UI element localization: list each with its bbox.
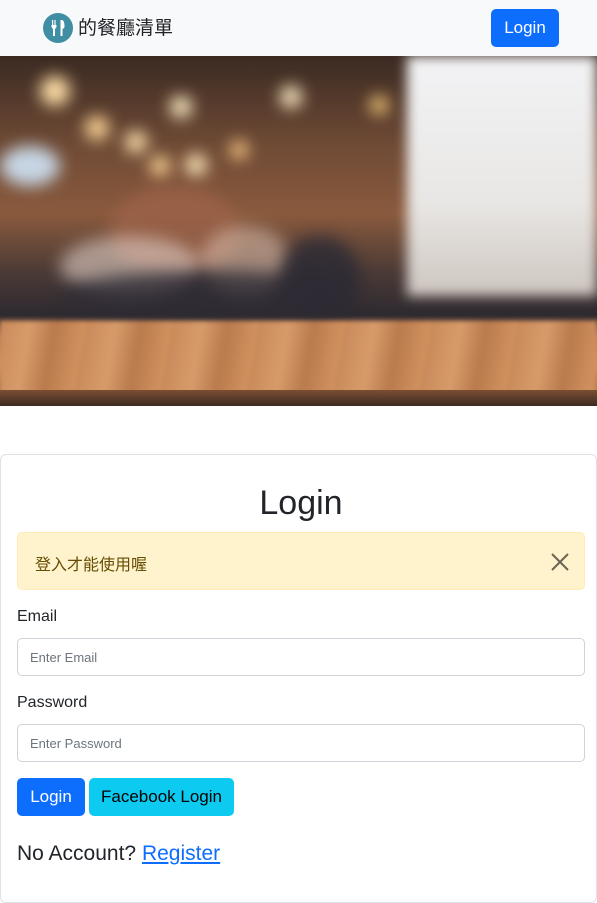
alert-message: 登入才能使用喔 bbox=[35, 555, 148, 574]
email-field[interactable] bbox=[17, 638, 585, 676]
restaurant-hero-image bbox=[0, 56, 597, 406]
no-account-text: No Account? bbox=[17, 842, 137, 865]
login-title: Login bbox=[259, 484, 343, 522]
brand-link[interactable]: 的餐廳清單 bbox=[43, 13, 173, 43]
password-field[interactable] bbox=[17, 724, 585, 762]
register-link[interactable]: Register bbox=[142, 842, 220, 865]
password-label: Password bbox=[17, 694, 88, 711]
navbar: 的餐廳清單 Login bbox=[0, 0, 597, 56]
login-required-alert: 登入才能使用喔 bbox=[17, 532, 585, 590]
facebook-login-button[interactable]: Facebook Login bbox=[89, 778, 234, 816]
fork-knife-icon bbox=[43, 13, 73, 43]
navbar-login-button[interactable]: Login bbox=[491, 9, 559, 47]
close-icon[interactable] bbox=[548, 550, 572, 574]
brand-title: 的餐廳清單 bbox=[78, 17, 174, 39]
no-account-prompt: No Account? Register bbox=[17, 842, 220, 866]
login-submit-button[interactable]: Login bbox=[17, 778, 85, 816]
email-label: Email bbox=[17, 608, 58, 625]
